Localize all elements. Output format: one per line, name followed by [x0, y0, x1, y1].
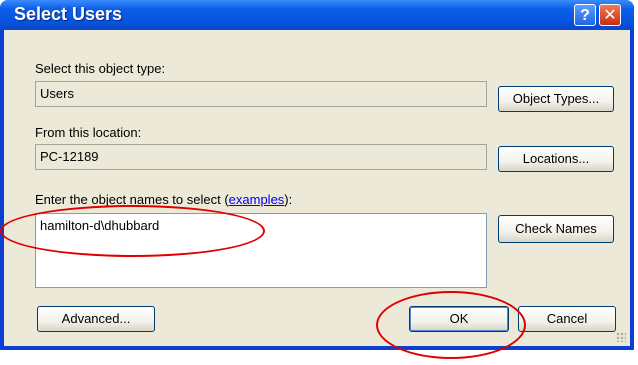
help-button[interactable]: ? [574, 4, 596, 26]
object-type-label: Select this object type: [35, 61, 166, 76]
locations-button[interactable]: Locations... [498, 146, 614, 172]
location-label: From this location: [35, 125, 142, 140]
annotation-ellipse-ok [376, 291, 526, 359]
object-names-label-end: ): [284, 192, 293, 207]
close-button[interactable]: ✕ [599, 4, 621, 26]
location-field: PC-12189 [35, 144, 487, 170]
dialog-body: Select this object type: Users Object Ty… [4, 30, 630, 346]
cancel-button[interactable]: Cancel [518, 306, 616, 332]
resize-grip[interactable] [616, 332, 626, 342]
advanced-button[interactable]: Advanced... [37, 306, 155, 332]
object-type-field: Users [35, 81, 487, 107]
window-title: Select Users [14, 4, 123, 24]
select-users-window: Select Users ? ✕ Select this object type… [0, 0, 634, 350]
examples-link[interactable]: examples [229, 192, 285, 207]
title-bar[interactable]: Select Users ? ✕ [0, 0, 634, 30]
check-names-button[interactable]: Check Names [498, 215, 614, 243]
annotation-ellipse-names [0, 205, 265, 257]
object-types-button[interactable]: Object Types... [498, 86, 614, 112]
